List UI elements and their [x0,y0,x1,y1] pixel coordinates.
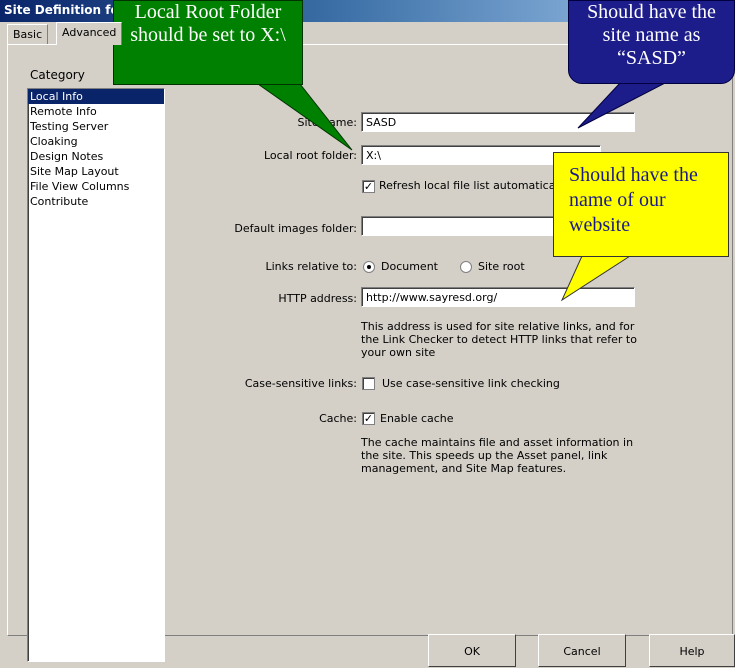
blue-callout-text: Should have the site name as “SASD” [587,1,716,69]
yellow-callout: Should have the name of our website [553,152,729,257]
yellow-callout-text: Should have the name of our website [569,164,698,236]
blue-callout: Should have the site name as “SASD” [568,0,735,84]
green-callout: Local Root Folder should be set to X:\ [113,0,303,85]
green-callout-tail [256,83,353,151]
callout-tails [256,82,666,302]
blue-callout-tail [577,82,666,129]
tab-advanced[interactable]: Advanced [56,22,123,45]
yellow-callout-tail [560,255,632,302]
green-callout-text: Local Root Folder should be set to X:\ [130,1,286,46]
